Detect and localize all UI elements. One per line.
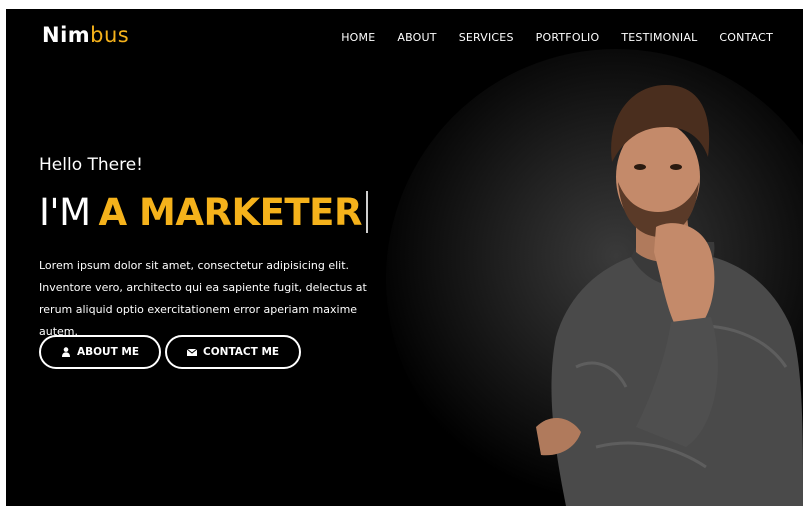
- man-portrait-image: [536, 85, 803, 506]
- headline-highlight: A MARKETER: [98, 191, 363, 234]
- hero-greeting: Hello There!: [39, 155, 144, 175]
- brand-name-part1: Nim: [42, 23, 91, 47]
- envelope-icon: [187, 348, 198, 356]
- about-me-label: ABOUT ME: [77, 346, 140, 358]
- headline-prefix: I'M: [39, 191, 91, 234]
- typing-cursor: [365, 191, 368, 233]
- nav-about[interactable]: ABOUT: [397, 31, 436, 44]
- main-nav: HOME ABOUT SERVICES PORTFOLIO TESTIMONIA…: [341, 31, 773, 44]
- nav-testimonial[interactable]: TESTIMONIAL: [621, 31, 697, 44]
- hero-description: Lorem ipsum dolor sit amet, consectetur …: [39, 259, 367, 338]
- hero-headline: I'M A MARKETER: [39, 191, 368, 234]
- hero-section: Nimbus HOME ABOUT SERVICES PORTFOLIO TES…: [6, 9, 803, 506]
- contact-me-button[interactable]: CONTACT ME: [165, 335, 302, 369]
- brand-logo[interactable]: Nimbus: [42, 23, 129, 47]
- nav-services[interactable]: SERVICES: [459, 31, 514, 44]
- about-me-button[interactable]: ABOUT ME: [39, 335, 162, 369]
- user-icon: [62, 347, 70, 357]
- contact-me-label: CONTACT ME: [203, 346, 280, 358]
- nav-portfolio[interactable]: PORTFOLIO: [536, 31, 600, 44]
- brand-name-part2: bus: [90, 23, 130, 47]
- nav-contact[interactable]: CONTACT: [719, 31, 773, 44]
- nav-home[interactable]: HOME: [341, 31, 375, 44]
- hero-buttons: ABOUT ME CONTACT ME: [39, 335, 302, 369]
